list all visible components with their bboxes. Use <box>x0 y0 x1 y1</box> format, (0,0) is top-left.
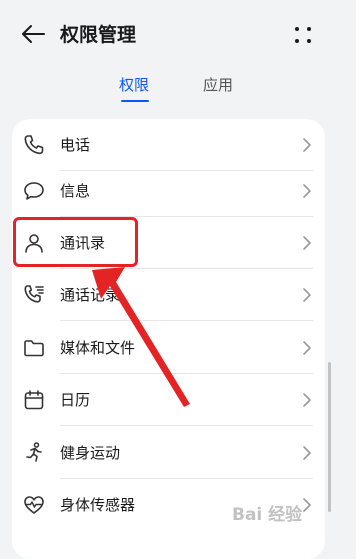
permission-label: 媒体和文件 <box>60 339 136 357</box>
chevron-right-icon <box>303 236 311 250</box>
permission-item-calendar[interactable]: 日历 <box>12 374 325 426</box>
divider <box>60 320 313 321</box>
chevron-right-icon <box>303 288 311 302</box>
permission-list: 电话 信息 通讯录 通话记录 媒体和文件 日历 健身运动 身体传感器 <box>12 119 325 559</box>
message-icon <box>24 182 44 200</box>
chevron-right-icon <box>303 341 311 355</box>
heart-sensor-icon <box>24 496 44 514</box>
permission-item-call-log[interactable]: 通话记录 <box>12 269 325 321</box>
permission-label: 电话 <box>60 136 91 154</box>
permission-label: 日历 <box>60 391 91 409</box>
call-log-icon <box>24 285 44 303</box>
chevron-right-icon <box>303 138 311 152</box>
running-icon <box>26 442 42 462</box>
scrollbar[interactable] <box>328 362 331 512</box>
chevron-right-icon <box>303 498 311 512</box>
permission-label: 健身运动 <box>60 444 121 462</box>
active-tab-indicator <box>121 100 149 102</box>
divider <box>60 425 313 426</box>
calendar-icon <box>24 390 44 410</box>
folder-icon <box>24 340 44 357</box>
chevron-right-icon <box>303 446 311 460</box>
annotation-highlight-box <box>13 217 138 267</box>
permission-item-phone[interactable]: 电话 <box>12 119 325 171</box>
back-arrow-icon[interactable] <box>20 22 46 46</box>
permission-label: 通话记录 <box>60 286 121 304</box>
permission-item-media-files[interactable]: 媒体和文件 <box>12 322 325 374</box>
chevron-right-icon <box>303 184 311 198</box>
permission-item-messages[interactable]: 信息 <box>12 165 325 217</box>
header: 权限管理 <box>0 0 356 68</box>
tab-bar: 权限 应用 <box>0 74 356 108</box>
more-options-icon[interactable] <box>292 24 314 46</box>
tab-apps[interactable]: 应用 <box>203 74 233 95</box>
watermark: Bai 经验 <box>232 505 303 525</box>
page-title: 权限管理 <box>60 24 137 46</box>
permission-label: 身体传感器 <box>60 496 136 514</box>
tab-permissions[interactable]: 权限 <box>119 74 149 95</box>
permission-item-fitness[interactable]: 健身运动 <box>12 427 325 479</box>
chevron-right-icon <box>303 393 311 407</box>
phone-icon <box>24 135 44 155</box>
permission-label: 信息 <box>60 182 91 200</box>
